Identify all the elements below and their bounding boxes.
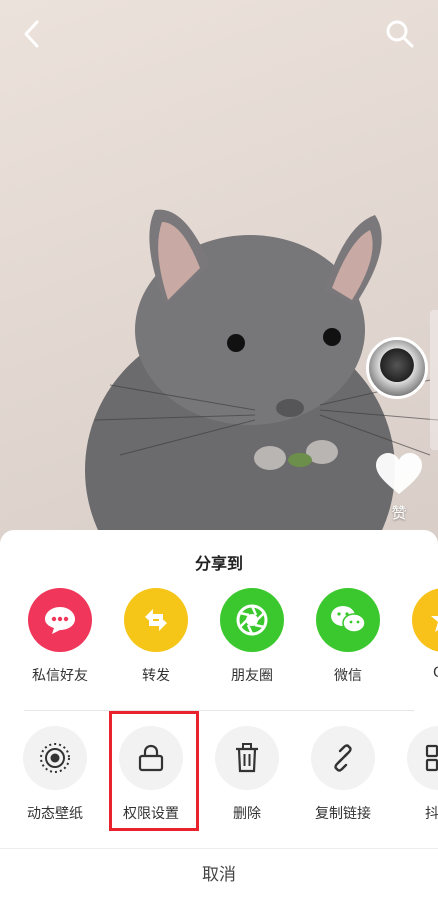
heart-icon — [376, 453, 422, 494]
row-divider — [24, 710, 414, 711]
permission-highlight-box — [109, 711, 199, 831]
chat-bubble-icon — [45, 607, 75, 634]
grid-icon — [425, 744, 438, 772]
share-private-message[interactable]: 私信好友 — [15, 588, 105, 685]
side-scroll-edge — [430, 310, 438, 450]
cancel-button[interactable]: 取消 — [0, 860, 438, 885]
search-button[interactable] — [380, 14, 420, 54]
moments-shutter-icon — [236, 604, 268, 636]
share-qq[interactable]: QQ — [399, 588, 438, 681]
trash-icon — [236, 743, 258, 773]
action-copy-link[interactable]: 复制链接 — [298, 726, 388, 823]
chinchilla-image — [85, 209, 438, 560]
share-sheet: 分享到 私信好友 转发 朋友圈 微信 动态壁纸 权限设置 删除 复制链接 抖 取… — [0, 530, 438, 920]
like-button[interactable]: 赞 — [374, 452, 424, 523]
action-douyin[interactable]: 抖音 — [394, 726, 438, 823]
live-wallpaper-icon — [40, 743, 70, 773]
like-label: 赞 — [391, 504, 407, 522]
action-delete[interactable]: 删除 — [202, 726, 292, 823]
action-live-wallpaper[interactable]: 动态壁纸 — [10, 726, 100, 823]
repost-icon — [145, 609, 167, 631]
link-icon — [334, 744, 352, 772]
search-icon — [386, 20, 414, 48]
share-moments[interactable]: 朋友圈 — [207, 588, 297, 685]
chevron-left-icon — [24, 20, 39, 48]
cancel-divider — [0, 848, 438, 849]
share-wechat[interactable]: 微信 — [303, 588, 393, 685]
share-sheet-title: 分享到 — [194, 554, 243, 573]
author-avatar[interactable] — [366, 337, 428, 399]
wechat-icon — [331, 606, 366, 633]
share-repost[interactable]: 转发 — [111, 588, 201, 685]
back-button[interactable] — [12, 14, 52, 54]
qq-star-icon — [431, 616, 438, 632]
video-frame[interactable]: 赞 — [0, 0, 438, 560]
